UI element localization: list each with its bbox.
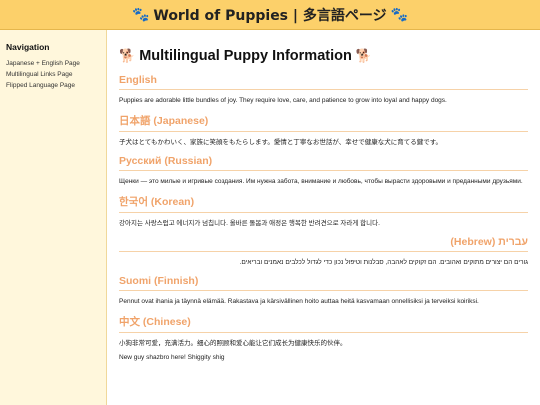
site-header: 🐾 World of Puppies | 多言語ページ 🐾 <box>0 0 540 30</box>
extra-text: New guy shazbro here! Shiggity shig <box>119 354 225 361</box>
sidebar-link-flipped[interactable]: Flipped Language Page <box>6 80 100 91</box>
section-text: 小狗非常可爱，充满活力。细心的照顾和爱心能让它们成长为健康快乐的伙伴。 <box>119 340 347 347</box>
section-chinese: 中文 (Chinese) 小狗非常可爱，充满活力。细心的照顾和爱心能让它们成长为… <box>119 314 528 362</box>
section-heading: English <box>119 74 528 90</box>
section-heading: עברית (Hebrew) <box>119 236 528 252</box>
sidebar-link-multilingual[interactable]: Multilingual Links Page <box>6 69 100 80</box>
section-text: 강아지는 사랑스럽고 에너지가 넘칩니다. 올바른 돌봄과 애정은 행복한 반려… <box>119 220 380 227</box>
paw-icon: 🐾 <box>390 6 409 23</box>
section-hebrew: עברית (Hebrew) גורים הם יצורים מתוקים וא… <box>119 236 528 267</box>
paw-icon: 🐾 <box>131 6 150 23</box>
sidebar-heading: Navigation <box>6 42 50 52</box>
sidebar: Navigation Japanese + English Page Multi… <box>0 30 107 405</box>
section-heading: 日本語 (Japanese) <box>119 113 528 132</box>
section-text: Pennut ovat ihania ja täynnä elämää. Rak… <box>119 298 479 305</box>
section-heading: Русский (Russian) <box>119 155 528 171</box>
section-finnish: Suomi (Finnish) Pennut ovat ihania ja tä… <box>119 275 528 306</box>
section-japanese: 日本語 (Japanese) 子犬はとてもかわいく、家族に笑顔をもたらします。愛… <box>119 113 528 147</box>
section-heading: Suomi (Finnish) <box>119 275 528 291</box>
section-heading: 한국어 (Korean) <box>119 194 528 213</box>
sidebar-link-japanese-english[interactable]: Japanese + English Page <box>6 58 100 69</box>
section-russian: Русский (Russian) Щенки — это милые и иг… <box>119 155 528 186</box>
main-content: 🐕 Multilingual Puppy Information 🐕 Engli… <box>108 30 540 405</box>
section-text: Puppies are adorable little bundles of j… <box>119 97 447 104</box>
page-title-text: Multilingual Puppy Information <box>139 48 352 64</box>
dog-icon: 🐕 <box>119 48 136 63</box>
dog-icon: 🐕 <box>355 48 373 63</box>
section-english: English Puppies are adorable little bund… <box>119 74 528 105</box>
section-korean: 한국어 (Korean) 강아지는 사랑스럽고 에너지가 넘칩니다. 올바른 돌… <box>119 194 528 228</box>
page-title: 🐕 Multilingual Puppy Information 🐕 <box>119 48 528 64</box>
section-heading: 中文 (Chinese) <box>119 314 528 333</box>
site-title: World of Puppies | 多言語ページ <box>153 7 387 24</box>
section-text: גורים הם יצורים מתוקים ואהובים. הם זקוקי… <box>239 259 528 266</box>
section-text: 子犬はとてもかわいく、家族に笑顔をもたらします。愛情と丁寧なお世話が、幸せで健康… <box>119 139 443 146</box>
section-text: Щенки — это милые и игривые создания. Им… <box>119 178 523 185</box>
